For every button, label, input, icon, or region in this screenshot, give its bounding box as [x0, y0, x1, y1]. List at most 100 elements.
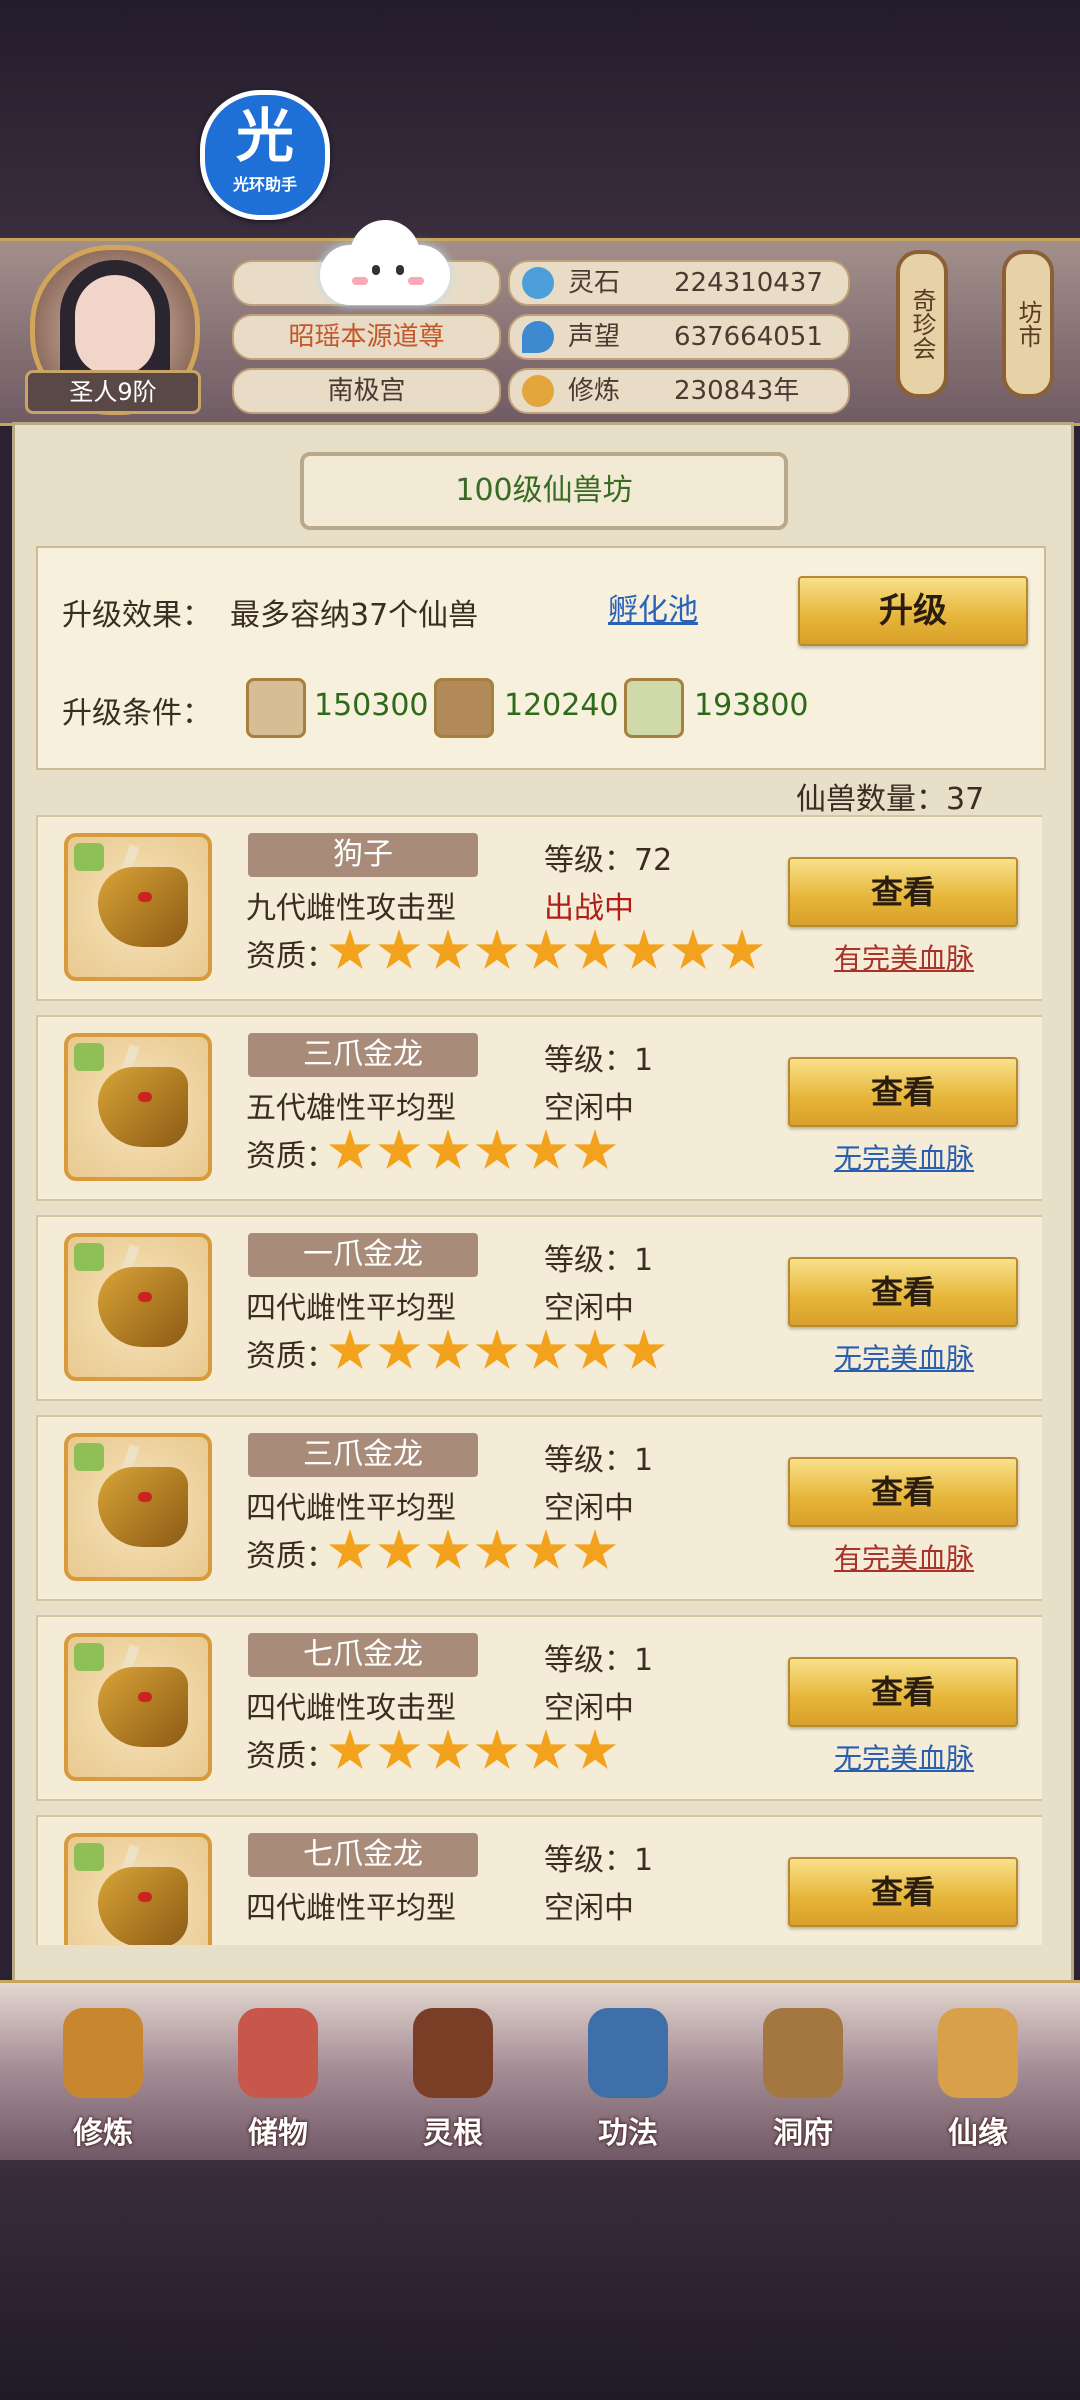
star-icon — [426, 929, 470, 970]
beast-card[interactable]: 三爪金龙 等级：1 五代雄性平均型 空闲中 资质： 查看 无完美血脉 — [36, 1015, 1042, 1201]
dragon-portrait[interactable] — [64, 1633, 212, 1781]
beast-level: 等级：1 — [544, 1443, 654, 1478]
view-button[interactable]: 查看 — [788, 1257, 1018, 1327]
upgrade-button[interactable]: 升级 — [798, 576, 1028, 646]
quality-label: 资质： — [246, 1139, 336, 1174]
dragon-portrait[interactable] — [64, 1433, 212, 1581]
beast-description: 九代雌性攻击型 — [246, 891, 456, 926]
quality-stars — [328, 929, 769, 973]
nav-label: 功法 — [598, 2116, 658, 2151]
nav-item[interactable]: 修炼 — [28, 1998, 178, 2158]
star-icon — [328, 1729, 372, 1770]
beast-card[interactable]: 七爪金龙 等级：1 四代雌性平均型 空闲中 查看 — [36, 1815, 1042, 1945]
nav-item[interactable]: 洞府 — [728, 1998, 878, 2158]
beast-level: 等级：1 — [544, 1243, 654, 1278]
star-icon — [524, 1529, 568, 1570]
star-icon — [671, 929, 715, 970]
cultivation-icon — [522, 375, 554, 407]
material-ore-value: 150300 — [314, 688, 429, 723]
star-icon — [573, 1129, 617, 1170]
star-icon — [524, 1329, 568, 1370]
view-button[interactable]: 查看 — [788, 1057, 1018, 1127]
beast-level: 等级：72 — [544, 843, 673, 878]
star-icon — [475, 929, 519, 970]
wood-icon — [434, 678, 494, 738]
panel-title: 100级仙兽坊 — [300, 452, 788, 530]
star-icon — [328, 1529, 372, 1570]
star-icon — [720, 929, 764, 970]
star-icon — [524, 1129, 568, 1170]
resource-spirit-stone: 灵石 224310437 — [508, 260, 850, 306]
star-icon — [426, 1729, 470, 1770]
view-button[interactable]: 查看 — [788, 1457, 1018, 1527]
star-icon — [426, 1129, 470, 1170]
star-icon — [524, 1729, 568, 1770]
beast-name: 三爪金龙 — [248, 1433, 478, 1477]
dragon-eye — [138, 1292, 152, 1302]
beast-description: 四代雌性平均型 — [246, 1891, 456, 1926]
dragon-portrait[interactable] — [64, 833, 212, 981]
bloodline-link[interactable]: 无完美血脉 — [834, 1137, 974, 1177]
treasure-fair-button[interactable]: 奇珍会 — [896, 250, 948, 398]
bloodline-link[interactable]: 有完美血脉 — [834, 937, 974, 977]
bloodline-link[interactable]: 无完美血脉 — [834, 1737, 974, 1777]
bloodline-link[interactable]: 无完美血脉 — [834, 1337, 974, 1377]
view-button[interactable]: 查看 — [788, 857, 1018, 927]
scripture-book-icon — [588, 2008, 668, 2098]
view-button[interactable]: 查看 — [788, 1657, 1018, 1727]
nav-item[interactable]: 灵根 — [378, 1998, 528, 2158]
nav-label: 修炼 — [73, 2116, 133, 2151]
quality-label: 资质： — [246, 939, 336, 974]
beast-card[interactable]: 一爪金龙 等级：1 四代雌性平均型 空闲中 资质： 查看 无完美血脉 — [36, 1215, 1042, 1401]
lock-icon — [74, 1443, 104, 1471]
star-icon — [475, 1329, 519, 1370]
beast-name: 一爪金龙 — [248, 1233, 478, 1277]
lock-icon — [74, 843, 104, 871]
nav-label: 灵根 — [423, 2116, 483, 2151]
star-icon — [426, 1529, 470, 1570]
material-wood-value: 120240 — [504, 688, 619, 723]
market-button[interactable]: 坊市 — [1002, 250, 1054, 398]
star-icon — [377, 929, 421, 970]
dragon-icon — [98, 1467, 188, 1547]
star-icon — [377, 1129, 421, 1170]
quality-stars — [328, 1729, 622, 1773]
star-icon — [573, 929, 617, 970]
quality-label: 资质： — [246, 1339, 336, 1374]
dragon-portrait[interactable] — [64, 1233, 212, 1381]
assistant-glyph: 光 — [235, 102, 294, 170]
star-icon — [475, 1529, 519, 1570]
nav-item[interactable]: 功法 — [553, 1998, 703, 2158]
dragon-portrait[interactable] — [64, 1833, 212, 1945]
view-button[interactable]: 查看 — [788, 1857, 1018, 1927]
beast-status: 出战中 — [544, 891, 634, 926]
beast-card[interactable]: 狗子 等级：72 九代雌性攻击型 出战中 资质： 查看 有完美血脉 — [36, 815, 1042, 1001]
quality-label: 资质： — [246, 1739, 336, 1774]
cultivate-icon — [63, 2008, 143, 2098]
quality-stars — [328, 1529, 622, 1573]
dragon-eye — [138, 1092, 152, 1102]
beast-card[interactable]: 三爪金龙 等级：1 四代雌性平均型 空闲中 资质： 查看 有完美血脉 — [36, 1415, 1042, 1601]
dragon-portrait[interactable] — [64, 1033, 212, 1181]
assistant-float-button[interactable]: 光 光环助手 — [200, 90, 330, 220]
player-title: 昭瑶本源道尊 — [232, 314, 501, 360]
nav-item[interactable]: 储物 — [203, 1998, 353, 2158]
hatch-pool-link[interactable]: 孵化池 — [608, 585, 698, 629]
player-rank-badge: 圣人9阶 — [25, 370, 201, 414]
bloodline-link[interactable]: 有完美血脉 — [834, 1537, 974, 1577]
dragon-eye — [138, 1492, 152, 1502]
star-icon — [328, 1129, 372, 1170]
beast-card[interactable]: 七爪金龙 等级：1 四代雌性攻击型 空闲中 资质： 查看 无完美血脉 — [36, 1615, 1042, 1801]
ore-icon — [246, 678, 306, 738]
lock-icon — [74, 1643, 104, 1671]
lock-icon — [74, 1843, 104, 1871]
cave-palace-icon — [763, 2008, 843, 2098]
star-icon — [328, 1329, 372, 1370]
top-background — [0, 0, 1080, 240]
beast-list[interactable]: 狗子 等级：72 九代雌性攻击型 出战中 资质： 查看 有完美血脉 三爪金龙 等级：1 五代雄性平… — [36, 815, 1042, 1945]
nav-item[interactable]: 仙缘 — [903, 1998, 1053, 2158]
beast-description: 五代雄性平均型 — [246, 1091, 456, 1126]
cloud-mascot-icon[interactable] — [320, 215, 450, 310]
star-icon — [622, 1329, 666, 1370]
dragon-icon — [98, 867, 188, 947]
